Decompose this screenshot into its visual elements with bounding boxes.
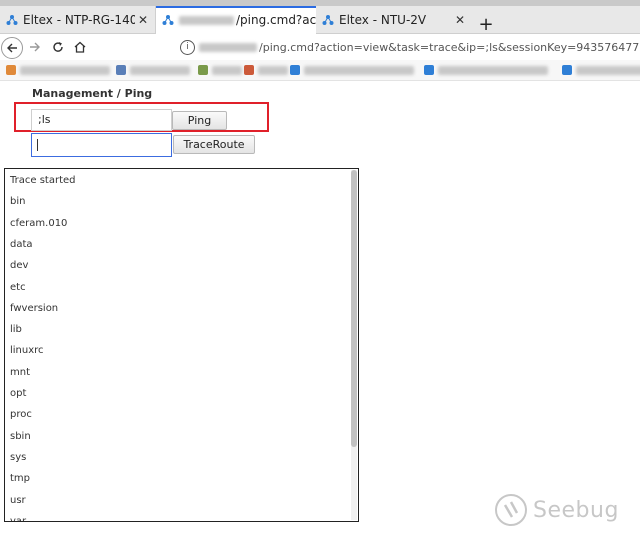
tab-eltex-ntp[interactable]: Eltex - NTP-RG-1402G-\ ✕ — [0, 6, 155, 33]
reload-icon — [53, 42, 63, 52]
bookmark-icon — [562, 65, 572, 75]
scrollbar-thumb[interactable] — [351, 170, 357, 447]
network-icon — [322, 14, 334, 25]
watermark-text: Seebug — [533, 497, 619, 523]
output-line: lib — [10, 324, 22, 336]
bookmark-item[interactable] — [198, 65, 242, 75]
arrow-left-icon — [7, 43, 17, 53]
arrow-right-icon — [30, 42, 40, 52]
text-caret — [37, 139, 38, 151]
output-line: etc — [10, 281, 26, 293]
tab-bar: Eltex - NTP-RG-1402G-\ ✕ /ping.cmd?act E… — [0, 6, 640, 35]
url-path: /ping.cmd?action=view&task=trace&ip=;ls&… — [259, 40, 640, 54]
network-icon — [6, 14, 18, 25]
vertical-scrollbar[interactable] — [351, 170, 357, 520]
tab-title: Eltex - NTU-2V — [339, 12, 427, 27]
redacted-label — [438, 65, 548, 75]
bookmark-item[interactable] — [290, 65, 414, 75]
output-line: usr — [10, 494, 26, 506]
page-title: Management / Ping — [32, 87, 153, 100]
redacted-label — [258, 65, 288, 75]
back-button[interactable] — [1, 37, 23, 59]
tab-title: /ping.cmd?act — [236, 13, 316, 27]
bookmark-item[interactable] — [6, 65, 110, 75]
watermark: Seebug — [494, 493, 619, 527]
redacted-label — [130, 65, 190, 75]
navigation-bar: i /ping.cmd?action=view&task=trace&ip=;l… — [0, 34, 640, 60]
traceroute-address-input[interactable] — [31, 133, 172, 157]
tab-title: Eltex - NTP-RG-1402G-\ — [23, 12, 135, 27]
output-textarea[interactable]: Trace started bin cferam.010 data dev etc fwve… — [4, 168, 359, 522]
traceroute-button[interactable]: TraceRoute — [173, 135, 255, 154]
output-line: Trace started — [10, 175, 76, 186]
redacted-label — [304, 65, 414, 75]
ping-button[interactable]: Ping — [172, 111, 227, 130]
output-line: linuxrc — [10, 345, 44, 357]
output-line: sbin — [10, 430, 31, 442]
output-line: proc — [10, 409, 32, 421]
close-tab-icon[interactable]: ✕ — [135, 13, 151, 27]
redacted-label — [20, 65, 110, 75]
output-line: var — [10, 515, 27, 522]
output-line: cferam.010 — [10, 217, 68, 229]
close-tab-icon[interactable]: ✕ — [452, 13, 468, 27]
output-line: opt — [10, 388, 27, 399]
ping-address-input[interactable]: ;ls — [31, 109, 172, 131]
bookmark-item[interactable] — [244, 65, 288, 75]
address-bar[interactable]: i /ping.cmd?action=view&task=trace&ip=;l… — [174, 36, 640, 58]
redacted-host — [199, 42, 257, 52]
redacted-label — [212, 65, 242, 75]
home-icon — [74, 41, 86, 53]
redacted-host — [179, 15, 234, 25]
forward-button[interactable] — [25, 37, 45, 57]
info-icon[interactable]: i — [180, 39, 195, 55]
bookmark-icon — [198, 65, 208, 75]
output-line: sys — [10, 451, 27, 463]
bookmarks-bar — [0, 60, 640, 81]
output-line: fwversion — [10, 302, 59, 314]
output-line: data — [10, 238, 33, 250]
bookmark-item[interactable] — [562, 65, 640, 75]
bookmark-icon — [6, 65, 16, 75]
bookmark-item[interactable] — [424, 65, 548, 75]
tab-eltex-ntu[interactable]: Eltex - NTU-2V ✕ — [316, 6, 472, 33]
bookmark-icon — [116, 65, 126, 75]
bookmark-icon — [424, 65, 434, 75]
network-icon — [162, 15, 174, 25]
output-line: dev — [10, 260, 29, 272]
output-line: mnt — [10, 366, 30, 378]
output-line: bin — [10, 196, 26, 208]
redacted-label — [576, 65, 640, 75]
bookmark-item[interactable] — [116, 65, 190, 75]
output-line: tmp — [10, 473, 31, 485]
home-button[interactable] — [70, 37, 90, 57]
bookmark-icon — [244, 65, 254, 75]
reload-button[interactable] — [48, 37, 68, 57]
seebug-logo-icon — [495, 494, 527, 526]
bookmark-icon — [290, 65, 300, 75]
tab-ping-cmd[interactable]: /ping.cmd?act — [155, 6, 317, 34]
